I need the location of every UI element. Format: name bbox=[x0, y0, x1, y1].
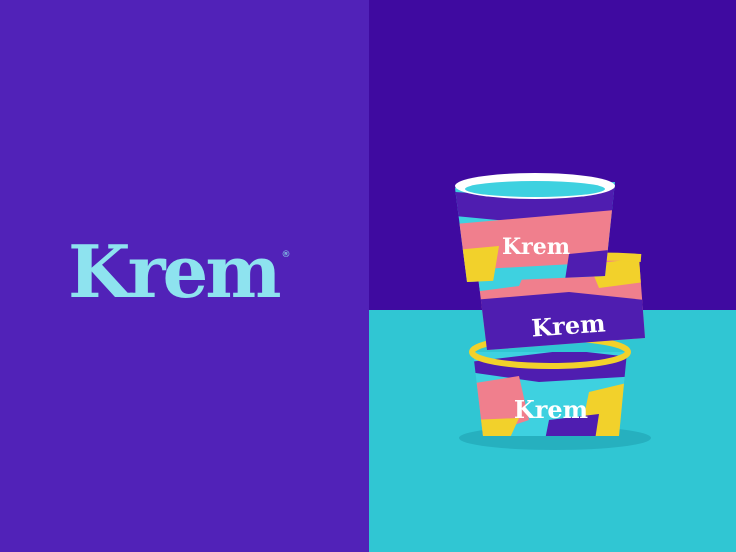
cup-stack-photo: Krem Krem Krem bbox=[369, 0, 736, 552]
krem-logo: Krem ® bbox=[68, 229, 291, 314]
product-photo-panel: Krem Krem Krem bbox=[369, 0, 736, 552]
cup-bottom-label: Krem bbox=[514, 395, 588, 424]
brand-showcase: Krem ® Krem Krem Krem bbox=[0, 0, 736, 552]
logo-wordmark: Krem bbox=[68, 229, 282, 314]
cup-top: Krem bbox=[455, 173, 615, 282]
registered-mark: ® bbox=[281, 250, 291, 260]
cup-middle-label: Krem bbox=[530, 308, 606, 342]
cup-top-label: Krem bbox=[502, 234, 570, 260]
cup-bottom: Krem bbox=[469, 335, 631, 436]
logo-panel: Krem ® bbox=[0, 0, 369, 552]
